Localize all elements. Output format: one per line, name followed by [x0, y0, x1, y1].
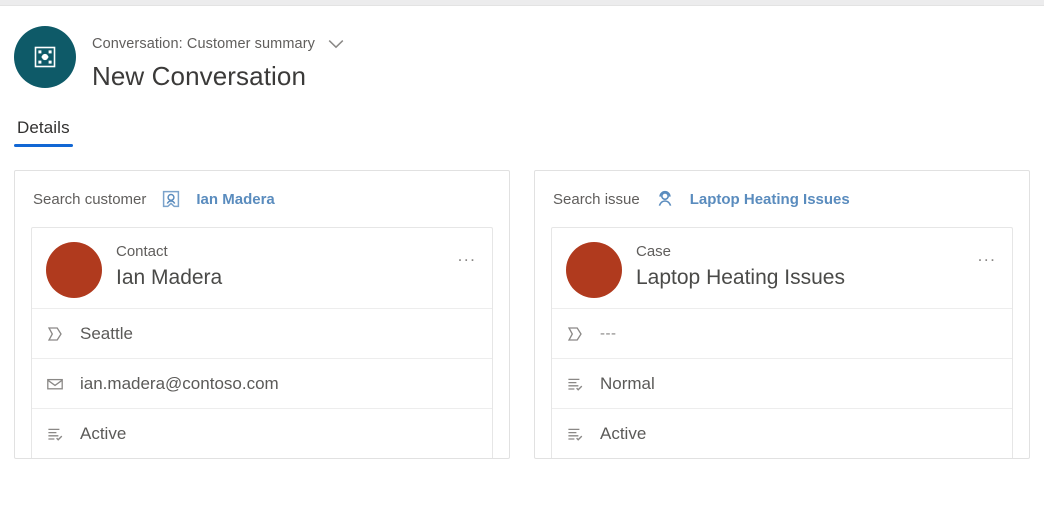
record-type-label: Case [636, 243, 672, 260]
status-icon [46, 425, 72, 443]
header-text-block: Conversation: Customer summary New Conve… [92, 22, 347, 92]
contact-record-title-block: Contact Ian Madera [116, 242, 454, 293]
email-icon [46, 375, 72, 393]
record-name: Laptop Heating Issues [636, 266, 845, 289]
case-record-header: Case Laptop Heating Issues ... [552, 228, 1012, 308]
address-icon [46, 325, 72, 343]
contact-field-status: Active [32, 408, 492, 458]
page-title: New Conversation [92, 61, 307, 91]
case-record-panel: Case Laptop Heating Issues ... --- Norma… [551, 227, 1013, 458]
conversation-icon [14, 26, 76, 88]
avatar [566, 242, 622, 298]
case-field-location-value: --- [600, 325, 617, 342]
cards-row: Search customer Ian Madera Contact Ian M… [0, 158, 1044, 459]
overflow-menu-icon[interactable]: ... [974, 246, 1000, 266]
contact-field-email: ian.madera@contoso.com [32, 358, 492, 408]
case-field-priority: Normal [552, 358, 1012, 408]
breadcrumb: Conversation: Customer summary [92, 34, 347, 54]
record-name: Ian Madera [116, 266, 223, 289]
contact-card-icon[interactable] [160, 188, 182, 210]
status-icon [566, 425, 592, 443]
status-icon [566, 375, 592, 393]
address-icon [566, 325, 592, 343]
case-field-status: Active [552, 408, 1012, 458]
contact-field-email-value: ian.madera@contoso.com [80, 373, 279, 393]
search-customer-label: Search customer [33, 190, 147, 208]
case-field-priority-value: Normal [600, 373, 655, 393]
contact-field-location: Seattle [32, 308, 492, 358]
avatar [46, 242, 102, 298]
app-header: Conversation: Customer summary New Conve… [0, 6, 1044, 92]
search-issue-label: Search issue [553, 190, 640, 208]
contact-field-location-value: Seattle [80, 323, 133, 343]
search-customer-value[interactable]: Ian Madera [196, 191, 274, 208]
search-customer-row: Search customer Ian Madera [31, 171, 493, 227]
record-type-label: Contact [116, 243, 168, 260]
search-issue-value[interactable]: Laptop Heating Issues [690, 191, 850, 208]
contact-record-panel: Contact Ian Madera ... Seattle ian.mader… [31, 227, 493, 458]
case-record-title-block: Case Laptop Heating Issues [636, 242, 974, 293]
contact-record-header: Contact Ian Madera ... [32, 228, 492, 308]
tab-strip: Details [14, 118, 1044, 158]
issue-card: Search issue Laptop Heating Issues Case … [534, 170, 1030, 459]
contact-field-status-value: Active [80, 423, 127, 443]
chevron-down-icon[interactable] [325, 35, 347, 53]
customer-card: Search customer Ian Madera Contact Ian M… [14, 170, 510, 459]
tab-details-label: Details [17, 118, 70, 137]
breadcrumb-label: Conversation: Customer summary [92, 36, 315, 52]
tab-details[interactable]: Details [14, 118, 73, 147]
search-issue-row: Search issue Laptop Heating Issues [551, 171, 1013, 227]
case-field-status-value: Active [600, 423, 647, 443]
overflow-menu-icon[interactable]: ... [454, 246, 480, 266]
case-agent-icon[interactable] [654, 188, 676, 210]
case-field-location: --- [552, 308, 1012, 358]
